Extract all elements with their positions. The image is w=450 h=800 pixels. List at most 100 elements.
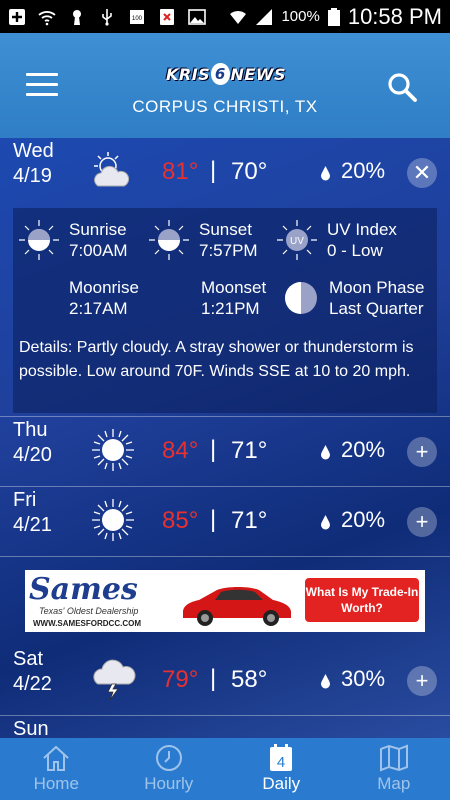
moon-last-quarter-icon xyxy=(285,282,317,314)
location-title: CORPUS CHRISTI, TX xyxy=(132,97,318,116)
svg-text:4: 4 xyxy=(277,754,285,771)
calendar-icon: 4 xyxy=(270,744,293,771)
temp-separator: | xyxy=(210,506,217,533)
status-bar: 100 100% 10:58 PM xyxy=(0,0,450,33)
uv-label: UV Index xyxy=(327,220,397,239)
temp-separator: | xyxy=(210,665,217,692)
temp-separator: | xyxy=(210,157,217,184)
day-date: 4/21 xyxy=(13,514,52,536)
map-icon xyxy=(379,744,408,772)
station-logo: KRIS 6 NEWS xyxy=(166,63,286,85)
precip-chance: 20% xyxy=(341,437,386,462)
sunrise-label: Sunrise xyxy=(69,220,127,239)
high-temp: 84° xyxy=(162,437,199,464)
moon-crescent-icon xyxy=(161,282,177,314)
precip-chance: 20% xyxy=(341,507,386,532)
moonrise-value: 2:17AM xyxy=(69,299,128,318)
partly-cloudy-night-icon xyxy=(94,152,130,187)
nav-hourly[interactable]: Hourly xyxy=(113,738,226,800)
expand-button[interactable]: + xyxy=(407,437,437,467)
day-name: Sat xyxy=(13,648,44,670)
usb-icon xyxy=(102,8,112,26)
thunderstorm-icon xyxy=(93,659,136,701)
menu-button[interactable] xyxy=(26,73,58,97)
high-temp: 85° xyxy=(162,507,199,534)
collapse-button[interactable]: ✕ xyxy=(407,158,437,188)
hamburger-icon xyxy=(26,73,58,76)
moon-phase-label: Moon Phase xyxy=(329,278,425,297)
sunrise-stat: Sunrise 7:00AM xyxy=(17,218,128,262)
battery-percent: 100% xyxy=(281,8,320,25)
blocked-icon xyxy=(160,8,174,25)
sunrise-icon xyxy=(19,220,59,260)
precip-chance: 20% xyxy=(341,158,386,183)
nav-home[interactable]: Home xyxy=(0,738,113,800)
image-icon xyxy=(188,8,206,25)
signal-icon xyxy=(256,8,273,25)
sunny-icon xyxy=(92,499,134,541)
ad-url: WWW.SAMESFORDCC.COM xyxy=(33,619,141,628)
moonset-stat: Moonset 1:21PM xyxy=(153,276,266,320)
day-date: 4/22 xyxy=(13,673,52,695)
uv-value: 0 - Low xyxy=(327,241,383,260)
forecast-row-fri[interactable]: Fri 4/21 85° | 71° 20% + xyxy=(0,487,450,557)
nav-label: Hourly xyxy=(144,774,194,793)
moon-crescent-icon xyxy=(29,282,45,314)
sunny-icon xyxy=(92,429,134,471)
bottom-navigation: Home Hourly 4 Daily Map xyxy=(0,738,450,800)
nav-label: Map xyxy=(377,774,411,793)
nav-map[interactable]: Map xyxy=(338,738,450,800)
high-temp: 81° xyxy=(162,158,199,185)
moonset-value: 1:21PM xyxy=(201,299,260,318)
low-temp: 58° xyxy=(231,666,268,693)
sunrise-value: 7:00AM xyxy=(69,241,128,260)
forecast-row-sat[interactable]: Sat 4/22 79° | 58° 30% + xyxy=(0,646,450,716)
clock-time: 10:58 PM xyxy=(347,3,442,29)
precip-chance: 30% xyxy=(341,666,386,691)
moonrise-stat: Moonrise 2:17AM xyxy=(21,276,139,320)
low-temp: 71° xyxy=(231,437,268,464)
search-icon[interactable] xyxy=(386,71,418,103)
raindrop-icon xyxy=(321,445,330,460)
day-name: Fri xyxy=(13,489,37,511)
day-detail-panel: Sunrise 7:00AM Sunset 7:57PM UV UV Index… xyxy=(13,208,437,413)
day-name: Wed xyxy=(13,140,54,162)
battery-icon xyxy=(327,7,340,26)
forecast-row-sun[interactable]: Sun xyxy=(0,716,450,738)
uv-index-icon: UV xyxy=(277,220,317,260)
ad-tagline: Texas' Oldest Dealership xyxy=(39,606,139,616)
sunset-stat: Sunset 7:57PM xyxy=(147,218,258,262)
nav-daily[interactable]: 4 Daily xyxy=(225,738,338,800)
dealership-ad-banner[interactable]: Sames Texas' Oldest Dealership WWW.SAMES… xyxy=(25,570,425,632)
nav-label: Daily xyxy=(262,774,301,793)
high-temp: 79° xyxy=(162,666,199,693)
keyhole-icon xyxy=(73,9,81,25)
forecast-details-text: Details: Partly cloudy. A stray shower o… xyxy=(19,339,414,380)
app-header: KRIS 6 NEWS CORPUS CHRISTI, TX xyxy=(0,33,450,138)
uv-index-stat: UV UV Index 0 - Low xyxy=(275,218,397,262)
sunset-icon xyxy=(149,220,189,260)
raindrop-icon xyxy=(321,674,330,689)
daily-forecast-list[interactable]: Wed 4/19 81° | 70° 20% ✕ Sunrise 7:00AM xyxy=(0,138,450,738)
red-car-image xyxy=(183,587,291,626)
moon-phase-value: Last Quarter xyxy=(329,299,424,318)
temp-separator: | xyxy=(210,436,217,463)
svg-text:UV: UV xyxy=(290,236,304,247)
sunset-value: 7:57PM xyxy=(199,241,258,260)
expand-button[interactable]: + xyxy=(407,507,437,537)
forecast-row-thu[interactable]: Thu 4/20 84° | 71° 20% + xyxy=(0,417,450,487)
nav-label: Home xyxy=(33,774,79,793)
moonrise-label: Moonrise xyxy=(69,278,139,297)
raindrop-icon xyxy=(321,515,330,530)
home-icon xyxy=(43,745,69,771)
trade-in-button[interactable]: What Is My Trade-In Worth? xyxy=(305,578,419,622)
day-date: 4/19 xyxy=(13,165,52,187)
wifi-icon xyxy=(230,10,247,24)
expand-button[interactable]: + xyxy=(407,666,437,696)
low-temp: 71° xyxy=(231,507,268,534)
battery-small-icon: 100 xyxy=(130,9,144,24)
sunset-label: Sunset xyxy=(199,220,252,239)
moon-phase-stat: Moon Phase Last Quarter xyxy=(281,276,424,320)
forecast-row-wed[interactable]: Wed 4/19 81° | 70° 20% ✕ Sunrise 7:00AM xyxy=(0,138,450,417)
day-name: Sun xyxy=(13,718,49,738)
